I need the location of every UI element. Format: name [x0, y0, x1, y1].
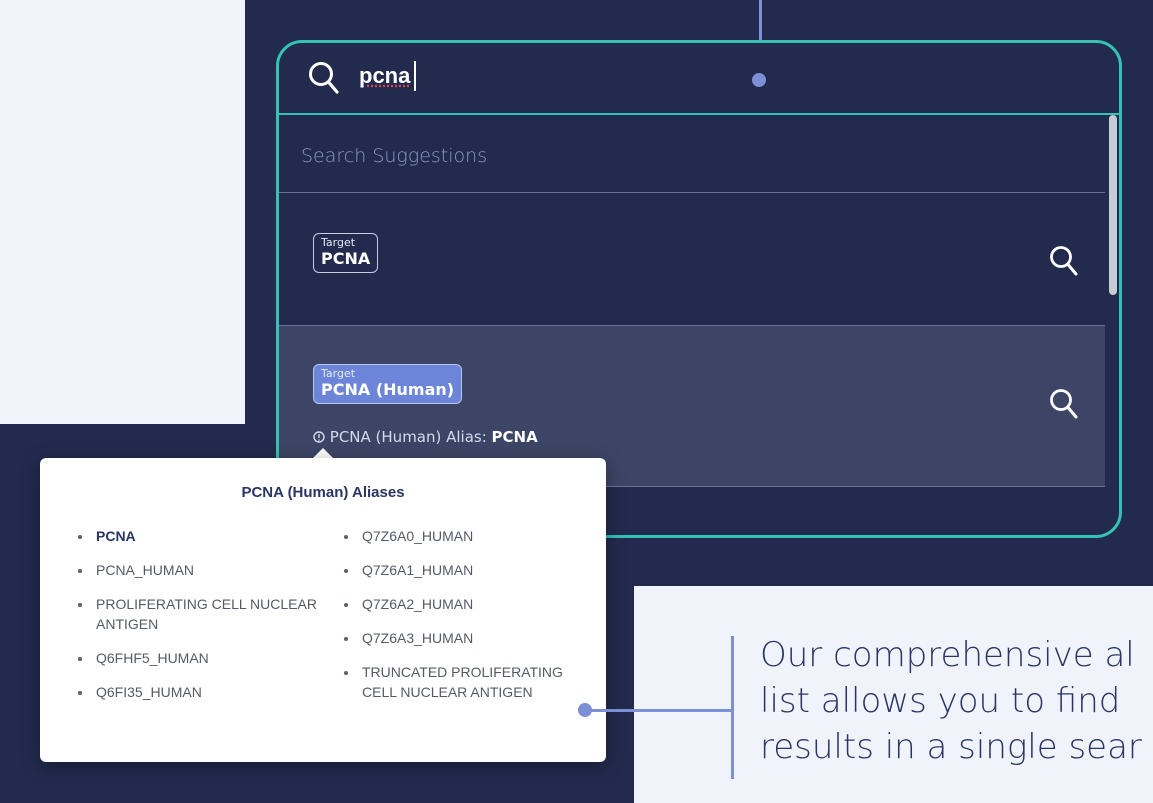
search-input[interactable]: pcna	[359, 63, 410, 89]
target-badge: Target PCNA (Human)	[313, 364, 463, 404]
scrollbar[interactable]	[1109, 115, 1117, 295]
badge-name: PCNA (Human)	[321, 380, 455, 399]
popover-arrow	[313, 448, 333, 458]
search-icon[interactable]	[1049, 245, 1079, 277]
callout-bar	[731, 636, 734, 779]
alias-value: PCNA	[491, 428, 538, 446]
alias-item: Q7Z6A2_HUMAN	[342, 594, 572, 614]
callout-line: list allows you to find	[760, 681, 1121, 721]
search-icon[interactable]	[308, 61, 340, 95]
alias-prefix: PCNA (Human) Alias:	[329, 428, 492, 446]
alias-item: PROLIFERATING CELL NUCLEAR ANTIGEN	[76, 594, 326, 634]
callout-line: results in a single sear	[760, 727, 1142, 767]
alias-hint[interactable]: PCNA (Human) Alias: PCNA	[313, 428, 538, 446]
suggestions-label: Search Suggestions	[301, 145, 488, 167]
badge-type: Target	[321, 236, 356, 249]
callout-dot-bottom	[578, 703, 592, 717]
callout-text: Our comprehensive al list allows you to …	[760, 632, 1153, 792]
text-caret	[414, 61, 416, 91]
alias-list-right: Q7Z6A0_HUMAN Q7Z6A1_HUMAN Q7Z6A2_HUMAN Q…	[342, 526, 572, 716]
badge-name: PCNA	[321, 249, 371, 268]
alias-item: PCNA_HUMAN	[76, 560, 326, 580]
suggestions-header: Search Suggestions	[279, 115, 1105, 193]
search-icon[interactable]	[1049, 388, 1079, 420]
popover-title: PCNA (Human) Aliases	[241, 484, 405, 501]
alias-item: Q6FI35_HUMAN	[76, 682, 326, 702]
info-icon	[313, 431, 325, 443]
alias-item: Q7Z6A0_HUMAN	[342, 526, 572, 546]
callout-dot-top	[752, 73, 766, 87]
alias-item: Q7Z6A3_HUMAN	[342, 628, 572, 648]
alias-list-left: PCNA PCNA_HUMAN PROLIFERATING CELL NUCLE…	[76, 526, 326, 716]
badge-type: Target	[321, 367, 356, 380]
suggestion-item[interactable]: Target PCNA	[279, 193, 1105, 326]
target-badge: Target PCNA	[313, 233, 379, 273]
alias-item: Q6FHF5_HUMAN	[76, 648, 326, 668]
alias-item: TRUNCATED PROLIFERATING CELL NUCLEAR ANT…	[342, 662, 572, 702]
callout-connector-bottom	[585, 709, 731, 712]
aliases-popover: PCNA (Human) Aliases PCNA PCNA_HUMAN PRO…	[40, 458, 606, 762]
callout-line: Our comprehensive al	[760, 635, 1135, 675]
alias-item: Q7Z6A1_HUMAN	[342, 560, 572, 580]
alias-item: PCNA	[76, 526, 326, 546]
search-bar: pcna	[279, 43, 1119, 115]
